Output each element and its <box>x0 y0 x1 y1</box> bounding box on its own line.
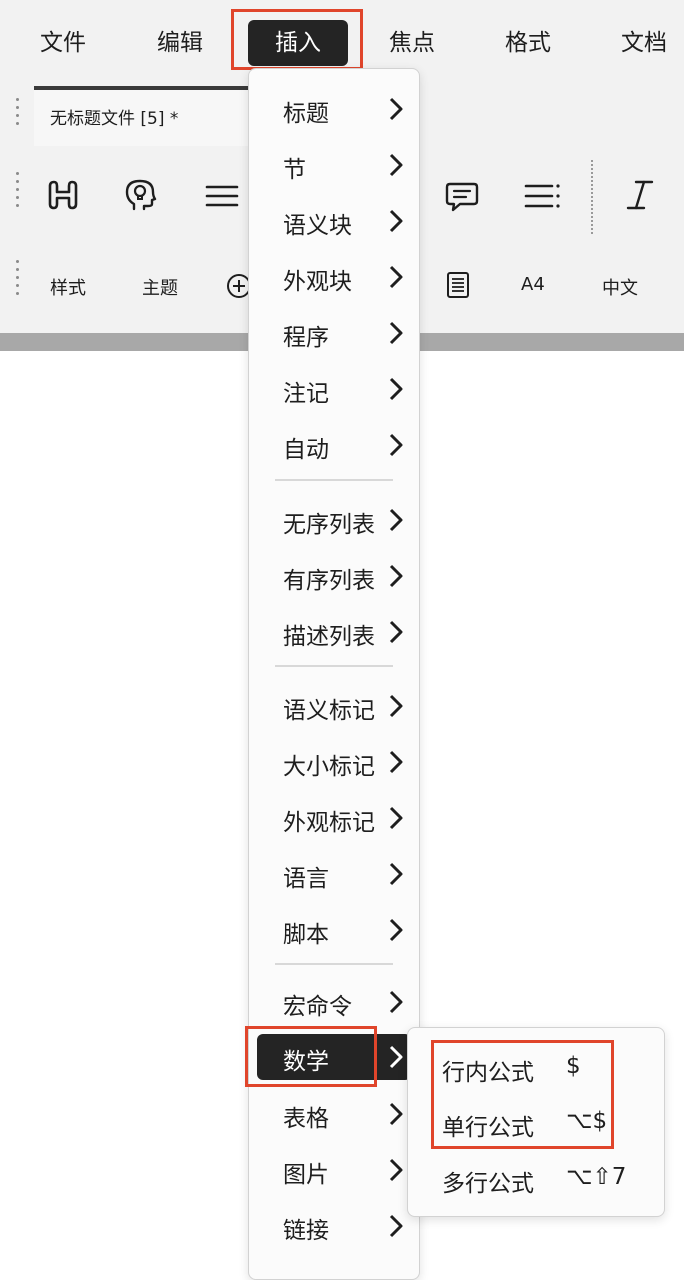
submenu-item-inline-formula[interactable]: 行内公式 $ <box>408 1045 664 1091</box>
insert-menu-item-semantic-markup[interactable]: 语义标记 <box>257 683 411 729</box>
chevron-right-icon <box>389 1045 403 1069</box>
submenu-item-label: 行内公式 <box>442 1060 534 1086</box>
insert-menu-item-table[interactable]: 表格 <box>257 1091 411 1137</box>
insert-menu-item-annotation[interactable]: 注记 <box>257 366 411 412</box>
chevron-right-icon <box>389 990 403 1014</box>
menu-item-label: 有序列表 <box>283 568 375 594</box>
shortcut-label: ⌥⇧7 <box>566 1164 627 1190</box>
menu-item-label: 外观块 <box>283 269 352 295</box>
chevron-right-icon <box>389 806 403 830</box>
math-submenu: 行内公式 $ 单行公式 ⌥$ 多行公式 ⌥⇧7 <box>407 1027 665 1217</box>
menu-focus[interactable]: 焦点 <box>389 20 435 66</box>
insert-menu-item-unordered-list[interactable]: 无序列表 <box>257 497 411 543</box>
menu-item-label: 无序列表 <box>283 512 375 538</box>
tab-grip-handle[interactable] <box>16 98 20 130</box>
insert-menu-item-semantic-block[interactable]: 语义块 <box>257 198 411 244</box>
shortcut-label: ⌥$ <box>566 1108 608 1134</box>
chevron-right-icon <box>389 209 403 233</box>
chevron-right-icon <box>389 1214 403 1238</box>
list-icon[interactable] <box>520 176 564 216</box>
submenu-item-single-line-formula[interactable]: 单行公式 ⌥$ <box>408 1100 664 1146</box>
insert-menu-item-section[interactable]: 节 <box>257 142 411 188</box>
chevron-right-icon <box>389 918 403 942</box>
menu-item-label: 表格 <box>283 1106 329 1132</box>
submenu-item-label: 单行公式 <box>442 1115 534 1141</box>
toolbar-grip-handle[interactable] <box>16 172 20 212</box>
language-button[interactable]: 中文 <box>602 274 638 300</box>
insert-menu-item-image[interactable]: 图片 <box>257 1147 411 1193</box>
insert-menu-item-math[interactable]: 数学 <box>257 1034 411 1080</box>
menu-item-label: 外观标记 <box>283 810 375 836</box>
toolbar2-grip-handle[interactable] <box>16 260 20 300</box>
menu-format[interactable]: 格式 <box>505 20 551 66</box>
paper-size-button[interactable]: A4 <box>521 274 545 295</box>
menu-document[interactable]: 文档 <box>621 20 667 66</box>
menu-file[interactable]: 文件 <box>40 20 86 66</box>
chevron-right-icon <box>389 862 403 886</box>
menu-item-label: 数学 <box>283 1049 329 1075</box>
chevron-right-icon <box>389 377 403 401</box>
theme-button[interactable]: 主题 <box>142 274 178 300</box>
menu-divider <box>275 665 393 667</box>
menu-item-label: 程序 <box>283 325 329 351</box>
menu-item-label: 大小标记 <box>283 754 375 780</box>
insert-menu-item-description-list[interactable]: 描述列表 <box>257 609 411 655</box>
submenu-item-label: 多行公式 <box>442 1171 534 1197</box>
insert-menu-item-ordered-list[interactable]: 有序列表 <box>257 553 411 599</box>
style-button[interactable]: 样式 <box>50 274 86 300</box>
document-tab-title: 无标题文件 [5] * <box>50 109 179 129</box>
insert-menu-item-macro[interactable]: 宏命令 <box>257 979 411 1025</box>
chevron-right-icon <box>389 620 403 644</box>
insert-menu-item-language[interactable]: 语言 <box>257 851 411 897</box>
chevron-right-icon <box>389 321 403 345</box>
insert-menu-item-size-markup[interactable]: 大小标记 <box>257 739 411 785</box>
insert-menu-item-appearance-markup[interactable]: 外观标记 <box>257 795 411 841</box>
menu-item-label: 注记 <box>283 381 329 407</box>
insert-menu-item-link[interactable]: 链接 <box>257 1203 411 1249</box>
chevron-right-icon <box>389 508 403 532</box>
menu-edit[interactable]: 编辑 <box>157 20 203 66</box>
menu-item-label: 语义块 <box>283 213 352 239</box>
menu-item-label: 节 <box>283 157 306 183</box>
insert-menu-dropdown: 标题 节 语义块 外观块 程序 注记 自动 无序列表 有序列表 描述列表 语义标… <box>248 68 420 1280</box>
menu-item-label: 自动 <box>283 437 329 463</box>
chevron-right-icon <box>389 1102 403 1126</box>
menu-item-label: 图片 <box>283 1162 329 1188</box>
menu-divider <box>275 479 393 481</box>
insert-menu-item-auto[interactable]: 自动 <box>257 422 411 468</box>
menu-item-label: 描述列表 <box>283 624 375 650</box>
toolbar-separator <box>591 160 593 234</box>
heading-icon[interactable] <box>40 172 86 218</box>
submenu-item-multi-line-formula[interactable]: 多行公式 ⌥⇧7 <box>408 1156 664 1202</box>
menu-item-label: 链接 <box>283 1218 329 1244</box>
chevron-right-icon <box>389 1158 403 1182</box>
chevron-right-icon <box>389 265 403 289</box>
insert-menu-item-appearance-block[interactable]: 外观块 <box>257 254 411 300</box>
menu-item-label: 宏命令 <box>283 994 352 1020</box>
insert-menu-item-heading[interactable]: 标题 <box>257 86 411 132</box>
align-lines-icon[interactable] <box>200 176 244 216</box>
chevron-right-icon <box>389 153 403 177</box>
menu-insert[interactable]: 插入 <box>248 20 348 66</box>
chevron-right-icon <box>389 694 403 718</box>
document-icon[interactable] <box>444 270 472 300</box>
insert-menu-item-script[interactable]: 脚本 <box>257 907 411 953</box>
chevron-right-icon <box>389 750 403 774</box>
document-tab[interactable]: 无标题文件 [5] * <box>34 86 264 146</box>
menu-item-label: 脚本 <box>283 922 329 948</box>
menu-divider <box>275 963 393 965</box>
insert-menu-item-program[interactable]: 程序 <box>257 310 411 356</box>
chevron-right-icon <box>389 564 403 588</box>
italic-icon[interactable] <box>620 172 660 218</box>
menu-item-label: 标题 <box>283 101 329 127</box>
chevron-right-icon <box>389 433 403 457</box>
chevron-right-icon <box>389 97 403 121</box>
lightbulb-head-icon[interactable] <box>118 172 164 218</box>
comment-icon[interactable] <box>440 174 484 218</box>
shortcut-label: $ <box>566 1053 581 1079</box>
menu-item-label: 语义标记 <box>283 698 375 724</box>
menu-item-label: 语言 <box>283 866 329 892</box>
